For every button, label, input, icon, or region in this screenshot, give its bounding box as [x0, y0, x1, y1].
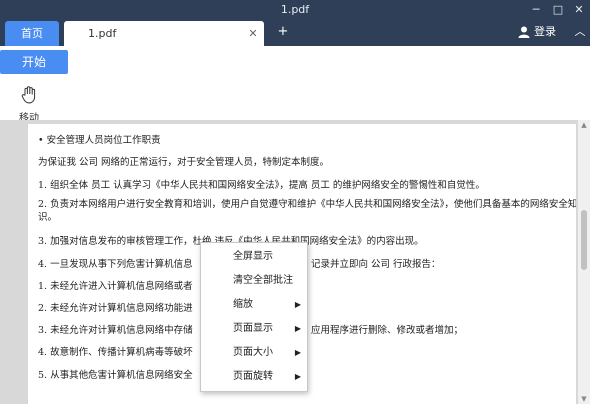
doc-line: 4. 故意制作、传播计算机病毒等破坏 — [38, 347, 193, 358]
doc-line: 3. 未经允许对计算机信息网络中存储 — [38, 325, 193, 336]
doc-line: 1. 组织全体 员工 认真学习《中华人民共和国网络安全法》，提高 员工 的维护网… — [38, 180, 485, 191]
maximize-button[interactable]: □ — [548, 2, 568, 18]
tab-close-icon[interactable]: ✕ — [246, 21, 260, 46]
user-icon — [518, 26, 530, 38]
doc-line: 记录并立即向 公司 行政报告： — [311, 259, 441, 270]
doc-line: 2. 负责对本网络用户进行安全教育和培训，使用户自觉遵守和维护《中华人民共和国网… — [38, 199, 576, 223]
collapse-ribbon-button[interactable]: ︿ — [573, 24, 587, 40]
submenu-arrow-icon: ▶ — [294, 300, 301, 309]
tab-home[interactable]: 首页 — [5, 21, 59, 46]
move-tool-button[interactable]: 移动 — [14, 86, 44, 124]
context-menu: 全屏显示 清空全部批注 缩放 ▶ 页面显示 ▶ 页面大小 ▶ 页面旋转 ▶ — [200, 242, 308, 392]
scroll-up-icon[interactable]: ▲ — [578, 120, 590, 130]
menu-item-label: 页面旋转 — [233, 371, 273, 382]
login-button[interactable]: 登录 — [518, 23, 556, 41]
tab-document-label: 1.pdf — [88, 27, 117, 40]
menu-item-zoom[interactable]: 缩放 ▶ — [201, 293, 307, 317]
title-bar: 1.pdf ─ □ ✕ 首页 1.pdf ✕ + 登录 ︿ — [0, 0, 590, 46]
menu-item-page-rotate[interactable]: 页面旋转 ▶ — [201, 365, 307, 389]
doc-line: 4. 一旦发现从事下列危害计算机信息 — [38, 259, 193, 270]
menu-item-label: 清空全部批注 — [233, 275, 293, 286]
menu-item-page-size[interactable]: 页面大小 ▶ — [201, 341, 307, 365]
new-tab-button[interactable]: + — [276, 23, 290, 41]
doc-line: 1. 未经允许进入计算机信息网络或者 — [38, 281, 193, 292]
hand-icon — [21, 86, 36, 104]
scroll-down-icon[interactable]: ▼ — [578, 394, 590, 404]
submenu-arrow-icon: ▶ — [294, 348, 301, 357]
start-menu-button[interactable]: 开始 — [0, 50, 68, 74]
menu-item-fullscreen[interactable]: 全屏显示 — [201, 245, 307, 269]
close-window-button[interactable]: ✕ — [569, 2, 589, 18]
menu-item-page-display[interactable]: 页面显示 ▶ — [201, 317, 307, 341]
login-label: 登录 — [534, 25, 556, 38]
menu-item-label: 全屏显示 — [233, 251, 273, 262]
doc-line: 为保证我 公司 网络的正常运行，对于安全管理人员，特制定本制度。 — [38, 157, 330, 168]
doc-line: 2. 未经允许对计算机信息网络功能进 — [38, 303, 193, 314]
submenu-arrow-icon: ▶ — [294, 372, 301, 381]
window-title: 1.pdf — [280, 3, 310, 16]
vertical-scrollbar[interactable]: ▲ ▼ — [578, 120, 590, 404]
scroll-thumb[interactable] — [581, 210, 587, 270]
menu-item-label: 缩放 — [233, 299, 253, 310]
menu-item-label: 页面显示 — [233, 323, 273, 334]
menu-item-label: 页面大小 — [233, 347, 273, 358]
doc-line: • 安全管理人员岗位工作职责 — [38, 135, 161, 146]
submenu-arrow-icon: ▶ — [294, 324, 301, 333]
doc-line: 应用程序进行删除、修改或者增加； — [311, 325, 464, 336]
menu-item-clear-annotations[interactable]: 清空全部批注 — [201, 269, 307, 293]
tab-document[interactable]: 1.pdf ✕ — [64, 21, 264, 46]
toolbar: 开始 移动 — [0, 46, 590, 124]
minimize-button[interactable]: ─ — [526, 2, 546, 18]
doc-line: 5. 从事其他危害计算机信息网络安全 — [38, 370, 193, 381]
